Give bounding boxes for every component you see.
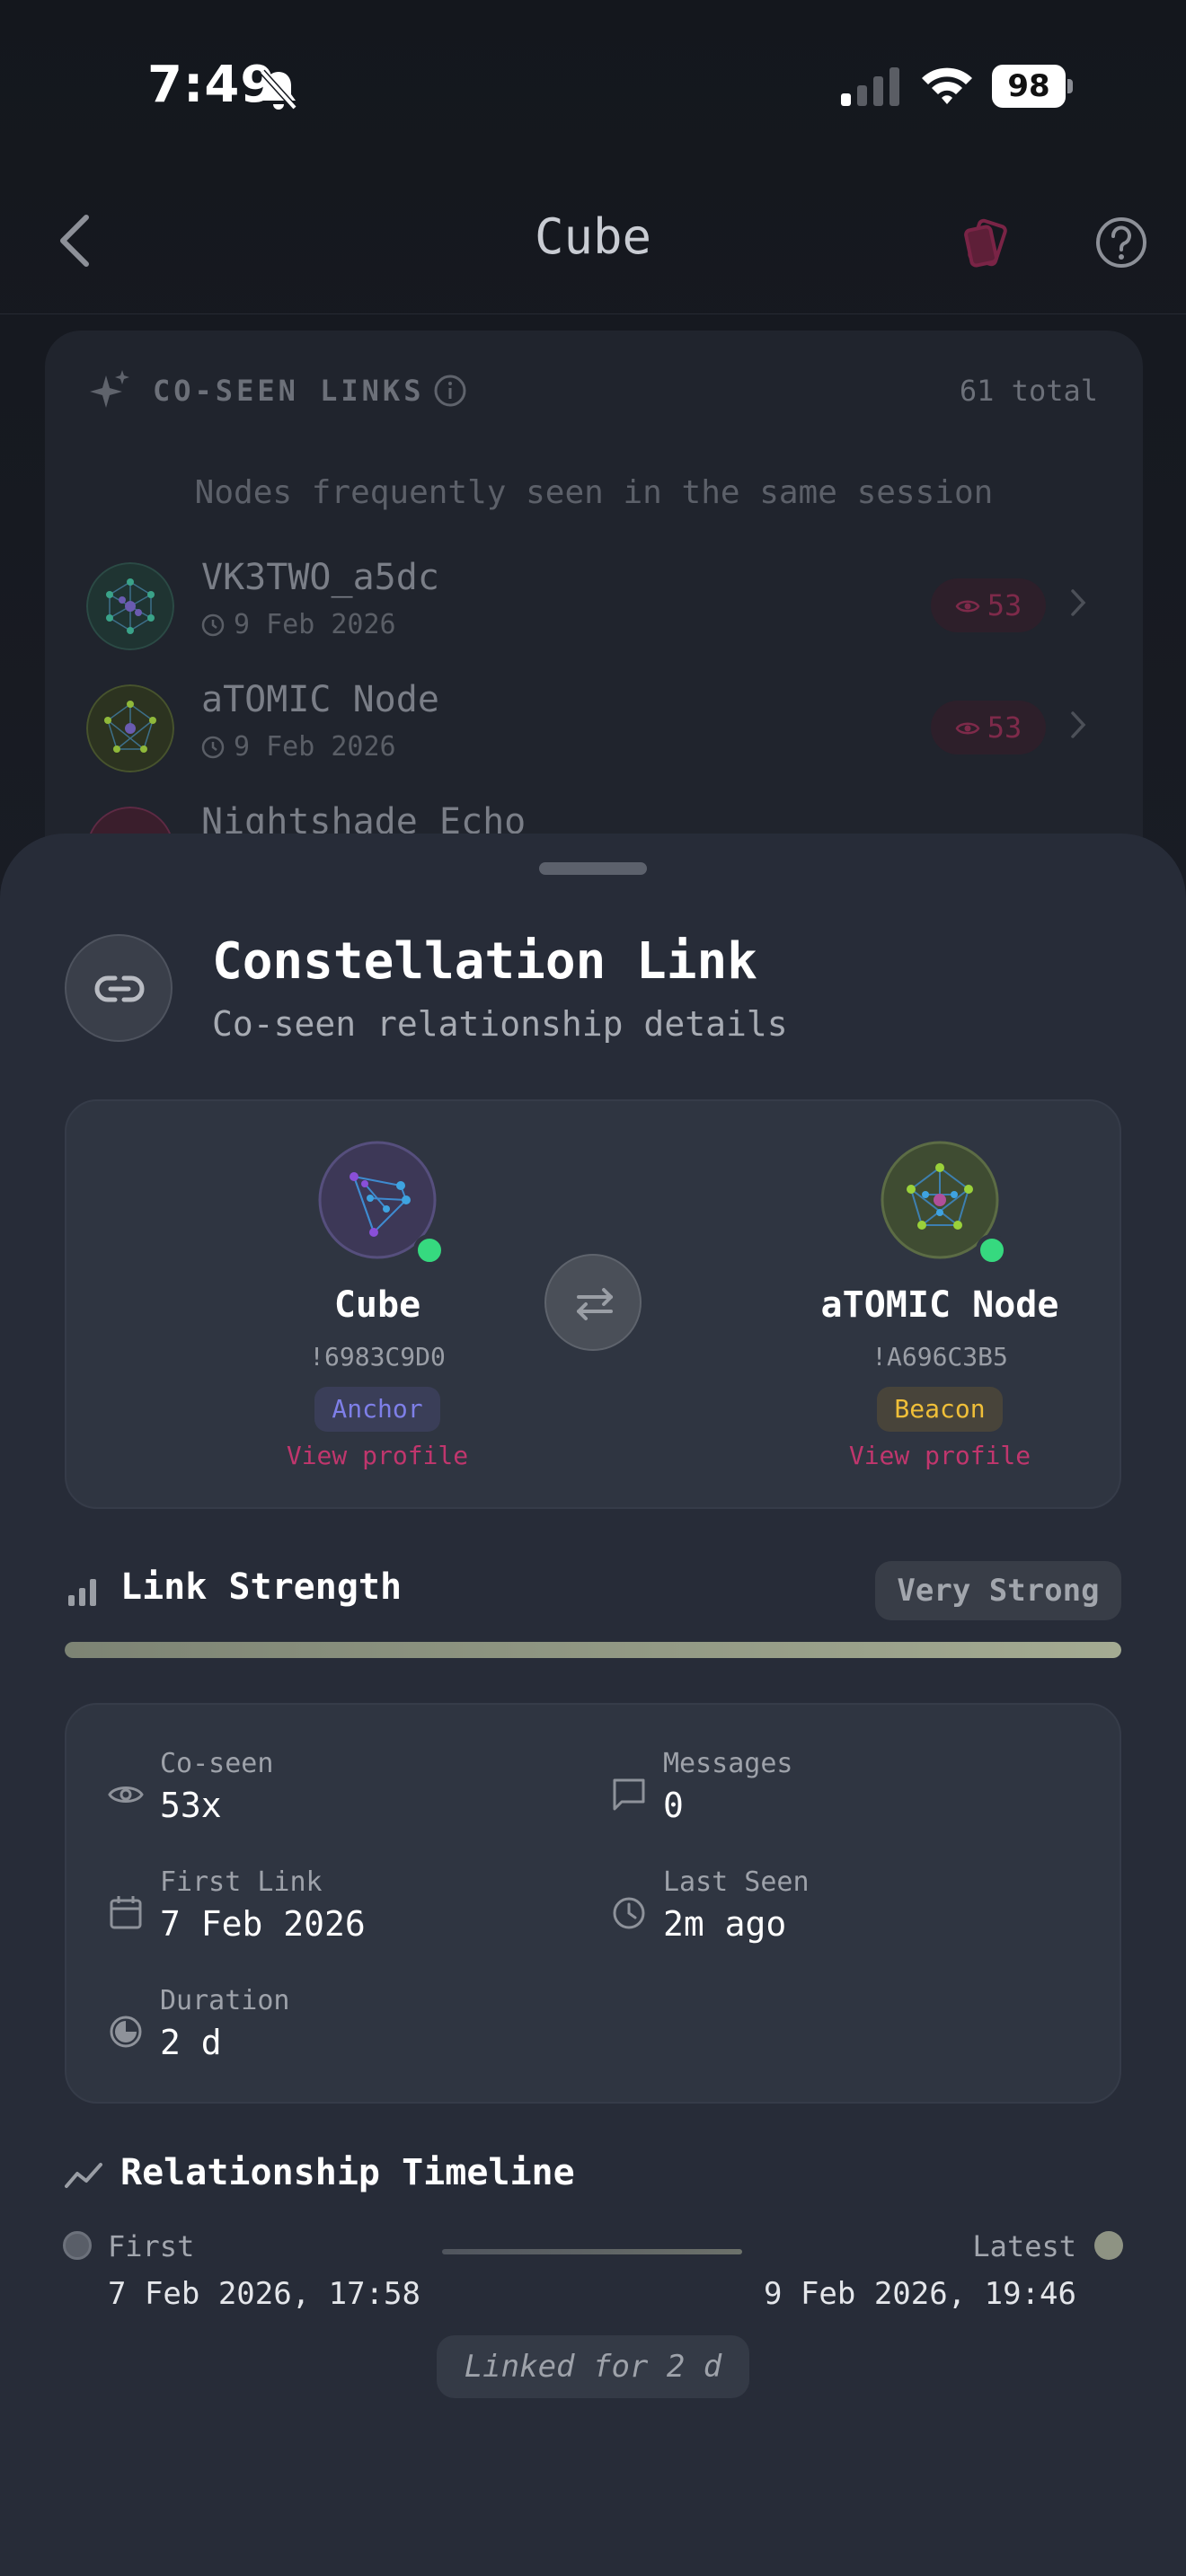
coseen-count-badge: 53 (931, 701, 1046, 754)
battery-level: 98 (1007, 68, 1050, 104)
stat-last-seen: Last Seen 2m ago (609, 1866, 1058, 1956)
constellation-link-sheet: Constellation Link Co-seen relationship … (0, 834, 1186, 2576)
link-strength-header: Link Strength Very Strong (65, 1561, 1121, 1624)
node-name: Cube (333, 1284, 421, 1326)
timeline-latest-date: 9 Feb 2026, 19:46 (764, 2276, 1076, 2312)
timeline-latest-dot (1094, 2231, 1123, 2260)
coseen-count: 53 (987, 588, 1022, 622)
link-icon (94, 975, 145, 1002)
peer-date-text: 9 Feb 2026 (234, 731, 396, 763)
view-profile-link[interactable]: View profile (751, 1441, 1128, 1470)
coseen-title: CO-SEEN LINKS (153, 374, 425, 408)
peer-date: 9 Feb 2026 (201, 731, 396, 763)
coseen-count-badge: 53 (931, 578, 1046, 632)
node-pair-card: Cube !6983C9D0 Anchor View profile aTOMI… (65, 1099, 1121, 1509)
node-a: Cube !6983C9D0 Anchor View profile (189, 1101, 566, 1511)
sparkle-icon (90, 370, 129, 408)
online-status-dot (413, 1234, 446, 1266)
node-b: aTOMIC Node !A696C3B5 Beacon View profil… (751, 1101, 1128, 1511)
stat-coseen: Co-seen 53x (106, 1748, 555, 1838)
stat-label: First Link (160, 1866, 323, 1898)
online-status-dot (976, 1234, 1008, 1266)
bars-icon (68, 1579, 96, 1606)
link-icon-badge (65, 934, 173, 1042)
status-bar: 7:49 98 (0, 0, 1186, 171)
timeline-title: Relationship Timeline (120, 2152, 575, 2193)
peer-date: 9 Feb 2026 (201, 609, 396, 640)
list-item[interactable]: aTOMIC Node 9 Feb 2026 53 (45, 675, 1143, 792)
stat-label: Duration (160, 1985, 290, 2016)
message-icon (613, 1778, 645, 1811)
stat-value: 2m ago (663, 1904, 787, 1944)
stat-messages: Messages 0 (609, 1748, 1058, 1838)
bell-slash-icon (260, 69, 297, 110)
avatar (86, 684, 174, 772)
peer-name: VK3TWO_a5dc (201, 557, 439, 598)
nav-bar: Cube (0, 180, 1186, 314)
pie-icon (110, 2016, 142, 2048)
timeline-first-dot (63, 2231, 92, 2260)
sheet-subtitle: Co-seen relationship details (212, 1004, 788, 1044)
eye-icon (955, 600, 980, 613)
clock-icon (201, 736, 225, 759)
timeline-duration-pill: Linked for 2 d (437, 2335, 749, 2398)
sheet-title: Constellation Link (212, 932, 757, 991)
signal-icon (841, 67, 899, 106)
chevron-right-icon (1071, 589, 1086, 616)
role-badge: Anchor (314, 1387, 440, 1432)
coseen-total: 61 total (959, 374, 1098, 408)
eye-icon (108, 1786, 144, 1803)
role-badge: Beacon (877, 1387, 1003, 1432)
strength-badge: Very Strong (875, 1561, 1121, 1620)
swap-button[interactable] (544, 1254, 642, 1351)
stat-first-link: First Link 7 Feb 2026 (106, 1866, 555, 1956)
chevron-right-icon (1071, 711, 1086, 738)
clock-icon (201, 613, 225, 637)
avatar (86, 562, 174, 650)
timeline-latest-label: Latest (972, 2229, 1076, 2263)
stat-duration: Duration 2 d (106, 1985, 555, 2075)
view-profile-link[interactable]: View profile (189, 1441, 566, 1470)
strength-bar-fill (65, 1642, 1121, 1658)
timeline-header: Relationship Timeline (65, 2148, 1121, 2202)
list-item[interactable]: VK3TWO_a5dc 9 Feb 2026 53 (45, 553, 1143, 670)
stat-value: 2 d (160, 2023, 222, 2062)
stat-value: 53x (160, 1786, 222, 1825)
stats-card: Co-seen 53x Messages 0 First Link 7 Feb … (65, 1703, 1121, 2104)
calendar-icon (110, 1896, 142, 1929)
peer-date-text: 9 Feb 2026 (234, 609, 396, 640)
wifi-icon (922, 67, 972, 104)
info-icon[interactable] (433, 374, 467, 408)
trend-icon (65, 2163, 102, 2188)
sheet-grabber[interactable] (539, 862, 647, 875)
node-name: aTOMIC Node (820, 1284, 1059, 1326)
timeline-line (442, 2249, 742, 2254)
help-icon[interactable] (1094, 216, 1148, 269)
peer-name: aTOMIC Node (201, 679, 439, 720)
cards-icon[interactable] (961, 217, 1017, 271)
clock-icon (613, 1897, 645, 1929)
stat-value: 0 (663, 1786, 684, 1825)
stat-value: 7 Feb 2026 (160, 1904, 366, 1944)
link-strength-label: Link Strength (120, 1566, 403, 1608)
node-id: !A696C3B5 (872, 1342, 1008, 1372)
stat-label: Messages (663, 1748, 793, 1779)
coseen-subtitle: Nodes frequently seen in the same sessio… (194, 474, 994, 511)
stat-label: Co-seen (160, 1748, 274, 1779)
strength-bar (65, 1642, 1121, 1658)
battery-indicator: 98 (992, 65, 1073, 108)
coseen-links-card: CO-SEEN LINKS 61 total Nodes frequently … (45, 331, 1143, 905)
node-id: !6983C9D0 (309, 1342, 446, 1372)
stat-label: Last Seen (663, 1866, 810, 1898)
swap-icon (577, 1288, 613, 1320)
timeline-first-label: First (108, 2229, 195, 2263)
eye-icon (955, 722, 980, 735)
timeline-first-date: 7 Feb 2026, 17:58 (108, 2276, 420, 2312)
coseen-count: 53 (987, 710, 1022, 745)
background-screen: 7:49 98 Cube CO-SEEN LINKS 61 total Node… (0, 0, 1186, 905)
